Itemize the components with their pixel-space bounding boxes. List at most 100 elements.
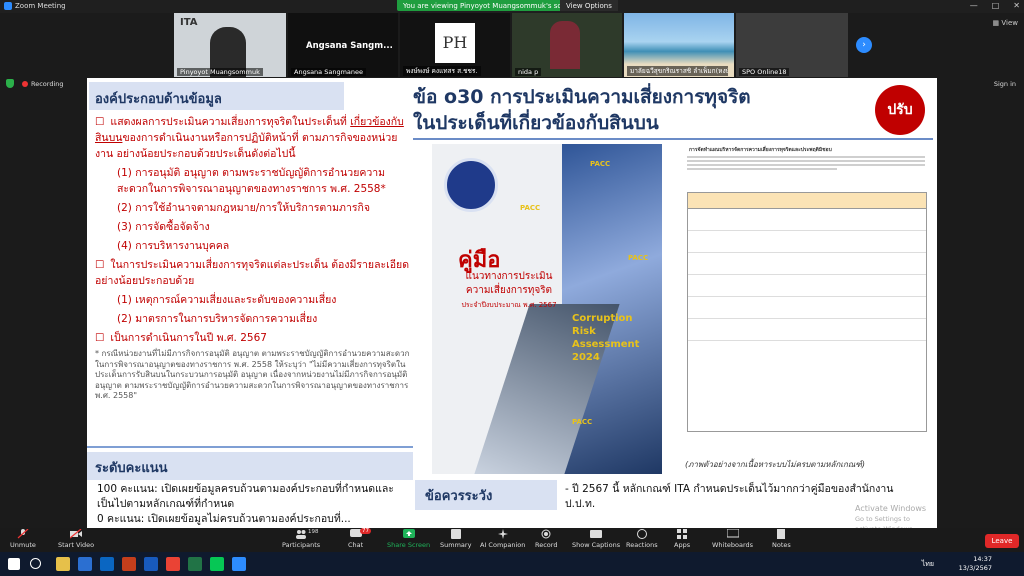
unmute-button[interactable]: Unmute bbox=[10, 529, 36, 549]
windows-start-icon[interactable] bbox=[8, 558, 20, 570]
participant-tile[interactable]: Angsana Sangm... Angsana Sangmanee bbox=[288, 13, 398, 77]
doc-table bbox=[687, 192, 927, 432]
sub-item: (2) การใช้อำนาจตามกฎหมาย/การให้บริการตาม… bbox=[117, 202, 370, 214]
pacc-label: PACC bbox=[520, 204, 541, 212]
window-controls: — □ ✕ bbox=[970, 1, 1020, 10]
clock-date: 13/3/2567 bbox=[958, 564, 992, 572]
whiteboards-button[interactable]: Whiteboards bbox=[712, 529, 753, 549]
chat-button[interactable]: Chat 77 bbox=[348, 528, 371, 549]
shared-screen-slide: องค์ประกอบด้านข้อมูล ข้อ o30 การประเมินค… bbox=[87, 78, 937, 528]
show-captions-label: Show Captions bbox=[572, 541, 621, 549]
cover-english-title: Corruption Risk Assessment 2024 bbox=[572, 312, 639, 364]
revised-badge: ปรับ bbox=[875, 85, 925, 135]
title-divider bbox=[413, 138, 933, 140]
whiteboards-label: Whiteboards bbox=[712, 541, 754, 549]
view-label: View bbox=[1001, 19, 1018, 27]
left-heading: องค์ประกอบด้านข้อมูล bbox=[89, 82, 344, 110]
leave-button[interactable]: Leave bbox=[985, 534, 1019, 548]
sub-item: (2) มาตรการในการบริหารจัดการความเสี่ยง bbox=[117, 313, 318, 325]
score-text: 100 คะแนน: เปิดเผยข้อมูลครบถ้วนตามองค์ปร… bbox=[97, 482, 407, 527]
word-icon[interactable] bbox=[144, 557, 158, 571]
view-options-button[interactable]: View Options bbox=[560, 0, 618, 11]
chrome-icon[interactable] bbox=[166, 557, 180, 571]
file-explorer-icon[interactable] bbox=[56, 557, 70, 571]
doc-table-header bbox=[688, 193, 926, 209]
apps-label: Apps bbox=[674, 541, 691, 549]
view-button[interactable]: ▦ View bbox=[993, 19, 1018, 27]
pacc-label: PACC bbox=[572, 418, 593, 426]
chat-badge: 77 bbox=[360, 528, 371, 534]
start-video-button[interactable]: Start Video bbox=[58, 529, 94, 549]
excel-icon[interactable] bbox=[188, 557, 202, 571]
score-heading: ระดับคะแนน bbox=[87, 452, 413, 480]
store-icon[interactable] bbox=[78, 557, 92, 571]
participant-name: มาลัยฉวีสุขกริณราสชิ ลำเพ็มก(หงษ์หิน bbox=[627, 66, 729, 76]
activate-line: Activate Windows bbox=[855, 504, 927, 513]
doc-table-row bbox=[688, 275, 926, 297]
participant-name: พงษ์พงษ์ คงแทสร ส.ชชร. bbox=[403, 66, 481, 76]
criteria-item: ☐ เป็นการดำเนินการในปี พ.ศ. 2567 bbox=[95, 330, 411, 346]
doc-table-row bbox=[688, 297, 926, 319]
shield-icon[interactable] bbox=[6, 79, 14, 88]
doc-table-row bbox=[688, 319, 926, 341]
app-title-group: Zoom Meeting bbox=[4, 2, 66, 10]
ita-logo: ITA bbox=[180, 17, 198, 28]
participants-label: Participants bbox=[282, 541, 321, 549]
participant-tile[interactable]: SPO Online18 bbox=[736, 13, 848, 77]
participant-tile[interactable]: ITA Pinyoyot Muangsommuk bbox=[174, 13, 286, 77]
item-text: ของการดำเนินงานหรือการปฏิบัติหน้าที่ ตาม… bbox=[95, 132, 398, 160]
checkbox-square-icon: ☐ bbox=[95, 259, 105, 271]
taskbar-clock[interactable]: 14:37 13/3/2567 bbox=[959, 555, 992, 573]
sign-in-link[interactable]: Sign in bbox=[994, 80, 1016, 88]
item-text: แสดงผลการประเมินความเสี่ยงการทุจริตในประ… bbox=[110, 116, 351, 128]
notes-button[interactable]: Notes bbox=[772, 529, 791, 549]
section-divider bbox=[87, 446, 413, 448]
sub-item: (1) การอนุมัติ อนุญาต ตามพระราชบัญญัติกา… bbox=[117, 167, 386, 195]
browser-icon[interactable] bbox=[100, 557, 114, 571]
cover-subtitle-line: แนวทางการประเมิน bbox=[465, 271, 553, 282]
record-icon bbox=[541, 529, 551, 539]
cover-subtitle-line: ประจำปีงบประมาณ พ.ศ. 2567 bbox=[461, 301, 557, 309]
captions-icon bbox=[590, 530, 603, 538]
ai-companion-label: AI Companion bbox=[480, 541, 526, 549]
cover-english-line: 2024 bbox=[572, 352, 600, 363]
show-captions-button[interactable]: Show Captions bbox=[572, 529, 620, 549]
example-document-image: การจัดทำแผนบริหารจัดการความเสี่ยงการทุจร… bbox=[681, 144, 931, 474]
zoom-window: Zoom Meeting You are viewing Pinyoyot Mu… bbox=[0, 0, 1024, 576]
participant-name: Pinyoyot Muangsommuk bbox=[177, 68, 263, 76]
summary-button[interactable]: Summary bbox=[440, 529, 471, 549]
pacc-label: PACC bbox=[590, 160, 611, 168]
participant-tile[interactable]: nida p bbox=[512, 13, 622, 77]
participants-button[interactable]: Participants 198 bbox=[282, 529, 320, 549]
ai-sparkle-icon bbox=[497, 529, 508, 539]
meeting-toolbar: Unmute Start Video Participants 198 Chat 7… bbox=[0, 528, 1024, 552]
minimize-icon[interactable]: — bbox=[970, 1, 978, 10]
reactions-button[interactable]: Reactions bbox=[626, 529, 658, 549]
input-language[interactable]: ไทย bbox=[922, 559, 934, 570]
caution-heading: ข้อควรระวัง bbox=[415, 480, 557, 510]
gallery-next-icon[interactable]: › bbox=[856, 37, 872, 53]
summary-icon bbox=[450, 529, 461, 539]
item-text: เป็นการดำเนินการในปี พ.ศ. 2567 bbox=[110, 332, 267, 344]
search-icon[interactable] bbox=[30, 558, 41, 569]
cover-english-line: Corruption bbox=[572, 313, 633, 324]
title-bar: Zoom Meeting You are viewing Pinyoyot Mu… bbox=[0, 0, 1024, 13]
ai-companion-button[interactable]: AI Companion bbox=[480, 529, 525, 549]
line-app-icon[interactable] bbox=[210, 557, 224, 571]
powerpoint-icon[interactable] bbox=[122, 557, 136, 571]
record-button[interactable]: Record bbox=[535, 529, 557, 549]
recording-indicator[interactable]: Recording bbox=[22, 80, 64, 88]
item-text: ในการประเมินความเสี่ยงการทุจริตแต่ละประเ… bbox=[95, 259, 410, 287]
chat-label: Chat bbox=[348, 541, 364, 549]
maximize-icon[interactable]: □ bbox=[992, 1, 1000, 10]
close-icon[interactable]: ✕ bbox=[1013, 1, 1020, 10]
participant-tile[interactable]: มาลัยฉวีสุขกริณราสชิ ลำเพ็มก(หงษ์หิน bbox=[624, 13, 734, 77]
apps-button[interactable]: Apps bbox=[674, 529, 690, 549]
zoom-taskbar-icon[interactable] bbox=[232, 557, 246, 571]
sub-item: (4) การบริหารงานบุคคล bbox=[117, 240, 230, 252]
activate-line: Go to Settings to activate Windows. bbox=[855, 515, 914, 528]
participant-tile[interactable]: PH พงษ์พงษ์ คงแทสร ส.ชชร. bbox=[400, 13, 510, 77]
checkbox-square-icon: ☐ bbox=[95, 332, 105, 344]
unmute-label: Unmute bbox=[10, 541, 36, 549]
share-screen-button[interactable]: Share Screen bbox=[387, 529, 430, 549]
